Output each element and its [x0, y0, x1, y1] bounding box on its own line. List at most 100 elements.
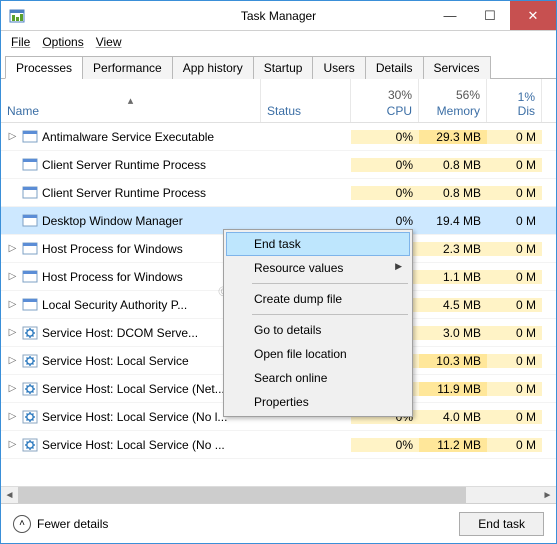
disk-cell: 0 M [487, 242, 542, 256]
memory-cell: 3.0 MB [419, 326, 487, 340]
tabstrip: Processes Performance App history Startu… [1, 55, 556, 79]
close-button[interactable]: ✕ [510, 1, 556, 30]
process-name: Service Host: Local Service (No ... [42, 438, 225, 452]
menu-options[interactable]: Options [36, 33, 89, 51]
process-name: Host Process for Windows [42, 270, 183, 284]
process-name-cell: ▷Service Host: DCOM Serve... [1, 325, 261, 341]
ctx-open-location[interactable]: Open file location [226, 342, 410, 366]
scroll-thumb[interactable] [18, 487, 466, 504]
tab-startup[interactable]: Startup [253, 56, 314, 79]
process-name-cell: ▷ Service Host: Local Service (Net... [1, 381, 261, 397]
fewer-details-button[interactable]: ˄ Fewer details [13, 515, 108, 533]
col-disk[interactable]: 1% Dis [487, 79, 542, 122]
task-manager-window: Task Manager — ☐ ✕ File Options View Pro… [0, 0, 557, 544]
cpu-usage-pct: 30% [388, 88, 412, 102]
ctx-end-task[interactable]: End task [226, 232, 410, 256]
expand-icon[interactable]: ▷ [7, 355, 18, 366]
chevron-up-icon: ˄ [13, 515, 31, 533]
scroll-left-icon[interactable]: ◄ [1, 487, 18, 504]
process-name-cell: ▷ Service Host: Local Service (No ... [1, 437, 261, 453]
tab-details[interactable]: Details [365, 56, 424, 79]
disk-cell: 0 M [487, 354, 542, 368]
expand-icon[interactable]: ▷ [7, 383, 18, 394]
col-name-label: Name [7, 104, 254, 118]
col-cpu-label: CPU [387, 104, 412, 118]
gear-icon [22, 353, 38, 369]
memory-cell: 4.0 MB [419, 410, 487, 424]
content-area: ▴ Name Status 30% CPU 56% Memory 1% Dis … [1, 79, 556, 503]
cpu-cell: 0% [351, 214, 419, 228]
process-name-cell: ▷ Service Host: Local Service [1, 353, 261, 369]
expand-icon[interactable]: ▷ [7, 243, 18, 254]
footer: ˄ Fewer details End task [1, 503, 556, 543]
sort-indicator-icon: ▴ [7, 94, 254, 104]
col-cpu[interactable]: 30% CPU [351, 79, 419, 122]
menu-file[interactable]: File [5, 33, 36, 51]
memory-cell: 0.8 MB [419, 158, 487, 172]
col-status[interactable]: Status [261, 79, 351, 122]
tab-app-history[interactable]: App history [172, 56, 254, 79]
application-icon [22, 185, 38, 201]
memory-cell: 29.3 MB [419, 130, 487, 144]
ctx-properties[interactable]: Properties [226, 390, 410, 414]
table-row[interactable]: Client Server Runtime Process0%0.8 MB0 M [1, 179, 556, 207]
process-name: Antimalware Service Executable [42, 130, 214, 144]
disk-cell: 0 M [487, 410, 542, 424]
disk-cell: 0 M [487, 298, 542, 312]
table-row[interactable]: ▷Service Host: Local Service (No ...0%11… [1, 431, 556, 459]
process-name: Service Host: Local Service (Net... [42, 382, 225, 396]
titlebar[interactable]: Task Manager — ☐ ✕ [1, 1, 556, 31]
expand-icon[interactable]: ▷ [7, 411, 18, 422]
scroll-track[interactable] [18, 487, 539, 504]
gear-icon [22, 325, 38, 341]
process-name: Desktop Window Manager [42, 214, 183, 228]
application-icon [22, 241, 38, 257]
table-row[interactable]: Client Server Runtime Process0%0.8 MB0 M [1, 151, 556, 179]
app-icon [9, 8, 25, 24]
cpu-cell: 0% [351, 438, 419, 452]
cpu-cell: 0% [351, 158, 419, 172]
maximize-button[interactable]: ☐ [470, 1, 510, 30]
ctx-separator [252, 283, 408, 284]
process-name-cell: Desktop Window Manager [1, 213, 261, 229]
process-name-cell: ▷Host Process for Windows [1, 241, 261, 257]
disk-cell: 0 M [487, 130, 542, 144]
menu-view[interactable]: View [90, 33, 128, 51]
expand-icon[interactable]: ▷ [7, 439, 18, 450]
ctx-search-online[interactable]: Search online [226, 366, 410, 390]
disk-cell: 0 M [487, 326, 542, 340]
expand-icon[interactable]: ▷ [7, 271, 18, 282]
application-icon [22, 213, 38, 229]
col-memory-label: Memory [437, 104, 480, 118]
scroll-right-icon[interactable]: ► [539, 487, 556, 504]
expand-icon[interactable]: ▷ [7, 327, 18, 338]
application-icon [22, 269, 38, 285]
tab-users[interactable]: Users [312, 56, 365, 79]
window-controls: — ☐ ✕ [430, 1, 556, 30]
col-name[interactable]: ▴ Name [1, 79, 261, 122]
process-name-cell: ▷ Service Host: Local Service (No l... [1, 409, 261, 425]
end-task-button[interactable]: End task [459, 512, 544, 536]
memory-cell: 10.3 MB [419, 354, 487, 368]
col-memory[interactable]: 56% Memory [419, 79, 487, 122]
disk-usage-pct: 1% [518, 90, 535, 104]
process-name-cell: Client Server Runtime Process [1, 185, 261, 201]
process-name: Service Host: Local Service (No l... [42, 410, 227, 424]
ctx-go-details[interactable]: Go to details [226, 318, 410, 342]
tab-performance[interactable]: Performance [82, 56, 173, 79]
ctx-create-dump[interactable]: Create dump file [226, 287, 410, 311]
expand-icon[interactable]: ▷ [7, 131, 18, 142]
gear-icon [22, 409, 38, 425]
minimize-button[interactable]: — [430, 1, 470, 30]
expand-icon[interactable]: ▷ [7, 299, 18, 310]
application-icon [22, 129, 38, 145]
process-name: Service Host: Local Service [42, 354, 189, 368]
tab-processes[interactable]: Processes [5, 56, 83, 79]
ctx-resource-values[interactable]: Resource values [226, 256, 410, 280]
table-row[interactable]: ▷Antimalware Service Executable0%29.3 MB… [1, 123, 556, 151]
context-menu: End task Resource values Create dump fil… [223, 229, 413, 417]
horizontal-scrollbar[interactable]: ◄ ► [1, 486, 556, 503]
process-name: Local Security Authority P... [42, 298, 187, 312]
tab-services[interactable]: Services [423, 56, 491, 79]
disk-cell: 0 M [487, 438, 542, 452]
